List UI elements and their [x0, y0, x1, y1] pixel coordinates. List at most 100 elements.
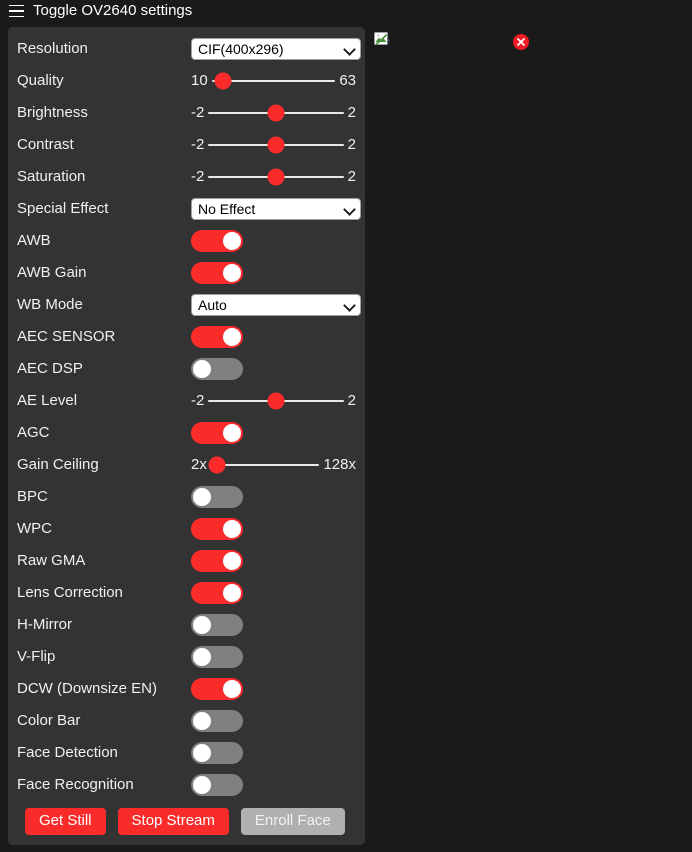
slider-max-label: 63 [339, 72, 356, 89]
toggle-dcw-downsize-en[interactable] [191, 678, 243, 700]
toggle-wpc[interactable] [191, 518, 243, 540]
slider-track-area[interactable] [208, 136, 344, 154]
slider-track-area[interactable] [211, 72, 336, 90]
slider-track-area[interactable] [208, 168, 344, 186]
setting-control: 10 63 [191, 65, 356, 97]
slider-thumb[interactable] [267, 168, 285, 186]
setting-label: Lens Correction [17, 584, 123, 601]
setting-control: -2 2 [191, 129, 356, 161]
toggle-bpc[interactable] [191, 486, 243, 508]
chevron-down-icon [344, 300, 355, 311]
slider-saturation[interactable]: -2 2 [191, 168, 356, 186]
setting-label: AWB [17, 232, 51, 249]
setting-control: 2x 128x [191, 449, 356, 481]
setting-row-aec-dsp: AEC DSP [17, 353, 356, 385]
setting-row-awb: AWB [17, 225, 356, 257]
toggle-knob [193, 776, 211, 794]
slider-max-label: 2 [347, 168, 356, 185]
slider-track [210, 464, 320, 466]
setting-row-saturation: Saturation -2 2 [17, 161, 356, 193]
slider-thumb[interactable] [214, 72, 232, 90]
setting-row-gain-ceiling: Gain Ceiling 2x 128x [17, 449, 356, 481]
setting-control: -2 2 [191, 385, 356, 417]
slider-min-label: -2 [191, 168, 205, 185]
select-resolution[interactable]: CIF(400x296) [191, 38, 361, 60]
toggle-v-flip[interactable] [191, 646, 243, 668]
action-button-row: Get Still Stop Stream Enroll Face [17, 804, 356, 838]
toggle-face-recognition[interactable] [191, 774, 243, 796]
get-still-button[interactable]: Get Still [25, 807, 106, 835]
hamburger-icon[interactable] [9, 4, 24, 18]
setting-control [191, 577, 356, 609]
toggle-agc[interactable] [191, 422, 243, 444]
setting-control [191, 417, 356, 449]
setting-label: AGC [17, 424, 50, 441]
setting-label: BPC [17, 488, 48, 505]
toggle-knob [223, 584, 241, 602]
select-special-effect[interactable]: No Effect [191, 198, 361, 220]
slider-thumb[interactable] [267, 104, 285, 122]
toggle-knob [193, 360, 211, 378]
select-wb-mode[interactable]: Auto [191, 294, 361, 316]
toggle-aec-sensor[interactable] [191, 326, 243, 348]
slider-thumb[interactable] [267, 136, 285, 154]
enroll-face-button[interactable]: Enroll Face [240, 807, 345, 835]
toggle-aec-dsp[interactable] [191, 358, 243, 380]
toggle-knob [193, 648, 211, 666]
toggle-awb-gain[interactable] [191, 262, 243, 284]
slider-min-label: 10 [191, 72, 208, 89]
setting-label: AEC SENSOR [17, 328, 116, 345]
stop-stream-button[interactable]: Stop Stream [117, 807, 229, 835]
setting-row-agc: AGC [17, 417, 356, 449]
setting-row-ae-level: AE Level -2 2 [17, 385, 356, 417]
toggle-knob [223, 424, 241, 442]
toggle-color-bar[interactable] [191, 710, 243, 732]
setting-control [191, 737, 356, 769]
setting-label: V-Flip [17, 648, 56, 665]
slider-quality[interactable]: 10 63 [191, 72, 356, 90]
toggle-raw-gma[interactable] [191, 550, 243, 572]
setting-control: -2 2 [191, 161, 356, 193]
slider-gain-ceiling[interactable]: 2x 128x [191, 456, 356, 474]
setting-control: Auto [191, 289, 361, 321]
slider-thumb[interactable] [208, 456, 226, 474]
toggle-awb[interactable] [191, 230, 243, 252]
setting-control [191, 769, 356, 801]
slider-min-label: -2 [191, 392, 205, 409]
setting-control [191, 673, 356, 705]
toggle-lens-correction[interactable] [191, 582, 243, 604]
close-icon[interactable] [513, 34, 529, 50]
setting-row-v-flip: V-Flip [17, 641, 356, 673]
slider-track-area[interactable] [208, 456, 320, 474]
setting-row-quality: Quality 10 63 [17, 65, 356, 97]
setting-label: Face Detection [17, 744, 118, 761]
setting-control: -2 2 [191, 97, 356, 129]
camera-settings-page: Toggle OV2640 settings Resolution CIF(400… [0, 0, 692, 852]
setting-row-face-recognition: Face Recognition [17, 769, 356, 801]
slider-brightness[interactable]: -2 2 [191, 104, 356, 122]
broken-image-icon [374, 31, 391, 48]
select-value: CIF(400x296) [198, 41, 284, 57]
setting-label: Face Recognition [17, 776, 134, 793]
slider-thumb[interactable] [267, 392, 285, 410]
slider-contrast[interactable]: -2 2 [191, 136, 356, 154]
setting-label: Brightness [17, 104, 88, 121]
setting-control [191, 513, 356, 545]
settings-rows: Resolution CIF(400x296) Quality 10 63 Brightn… [17, 33, 361, 801]
slider-ae-level[interactable]: -2 2 [191, 392, 356, 410]
slider-min-label: -2 [191, 136, 205, 153]
setting-label: Raw GMA [17, 552, 86, 569]
settings-panel: Resolution CIF(400x296) Quality 10 63 Brightn… [8, 27, 365, 845]
slider-track-area[interactable] [208, 104, 344, 122]
slider-max-label: 2 [347, 392, 356, 409]
slider-track-area[interactable] [208, 392, 344, 410]
toggle-h-mirror[interactable] [191, 614, 243, 636]
toggle-settings-bar[interactable]: Toggle OV2640 settings [0, 0, 692, 22]
setting-control [191, 481, 356, 513]
setting-row-color-bar: Color Bar [17, 705, 356, 737]
toggle-knob [223, 264, 241, 282]
slider-max-label: 2 [347, 104, 356, 121]
setting-row-lens-correction: Lens Correction [17, 577, 356, 609]
toggle-face-detection[interactable] [191, 742, 243, 764]
setting-row-face-detection: Face Detection [17, 737, 356, 769]
